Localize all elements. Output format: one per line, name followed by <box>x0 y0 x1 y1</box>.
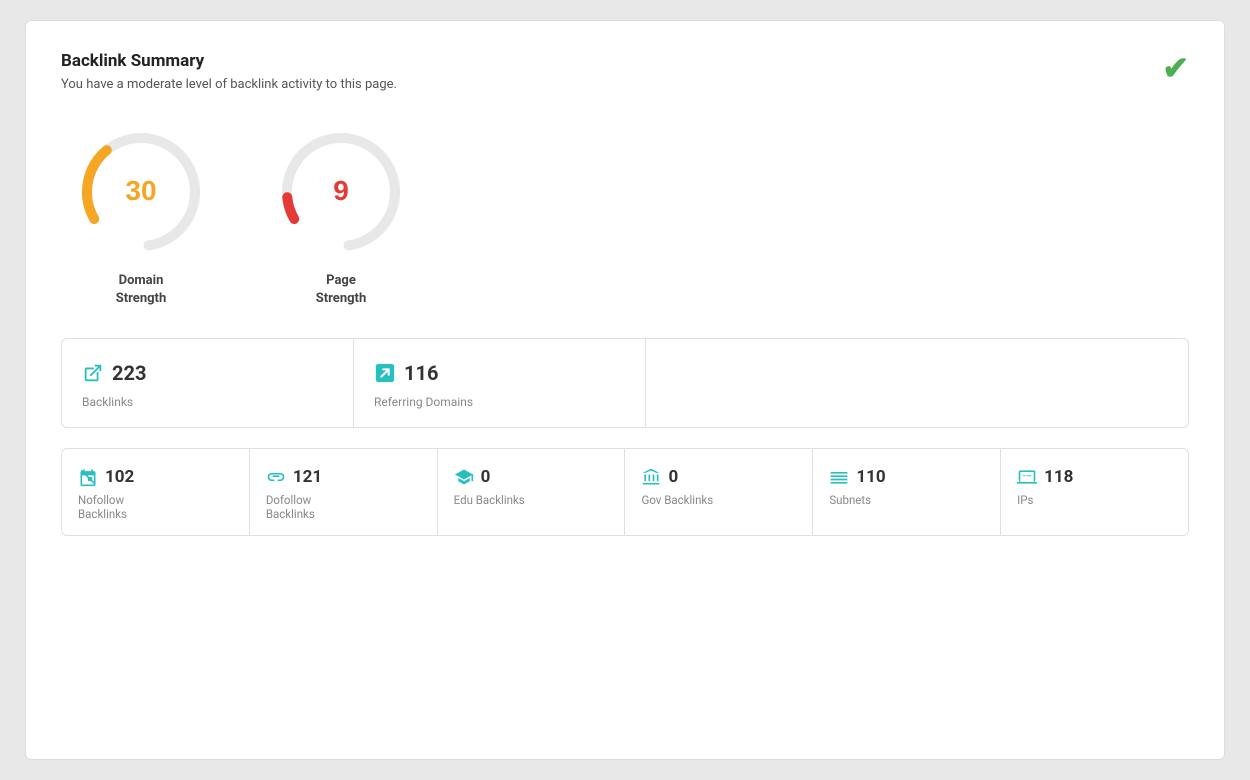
subnets-number: 110 <box>856 467 885 487</box>
nofollow-number: 102 <box>105 467 134 487</box>
dofollow-number: 121 <box>293 467 322 487</box>
ips-top: 118 <box>1017 467 1073 487</box>
page-strength-label: PageStrength <box>316 272 366 308</box>
edu-number: 0 <box>481 467 491 487</box>
nofollow-top: 102 <box>78 467 134 487</box>
backlinks-cell[interactable]: 223 Backlinks <box>62 339 354 427</box>
referring-domains-number: 116 <box>404 361 438 385</box>
domain-strength-label: DomainStrength <box>116 272 166 308</box>
subnets-icon <box>829 467 849 487</box>
gov-backlinks-cell[interactable]: 0 Gov Backlinks <box>625 449 813 535</box>
page-strength-svg: 9 <box>271 122 411 262</box>
gov-number: 0 <box>668 467 678 487</box>
card-subtitle: You have a moderate level of backlink ac… <box>61 77 1189 92</box>
ips-icon <box>1017 467 1037 487</box>
edu-icon <box>454 467 474 487</box>
stats-row-2: 102 NofollowBacklinks 121 DofollowBackli… <box>61 448 1189 536</box>
backlink-summary-card: Backlink Summary You have a moderate lev… <box>25 20 1225 760</box>
domain-strength-gauge: 30 DomainStrength <box>61 122 221 308</box>
dofollow-top: 121 <box>266 467 322 487</box>
edu-top: 0 <box>454 467 491 487</box>
referring-domains-cell[interactable]: 116 Referring Domains <box>354 339 646 427</box>
ips-label: IPs <box>1017 493 1033 507</box>
gauges-row: 30 DomainStrength 9 PageStrength <box>61 122 1189 308</box>
backlinks-number: 223 <box>112 361 146 385</box>
subnets-top: 110 <box>829 467 885 487</box>
subnets-label: Subnets <box>829 493 871 507</box>
referring-domains-label: Referring Domains <box>374 395 473 409</box>
gov-label: Gov Backlinks <box>641 493 713 507</box>
stats-row-1: 223 Backlinks 116 Referring Domains <box>61 338 1189 428</box>
page-strength-gauge: 9 PageStrength <box>261 122 421 308</box>
dofollow-label: DofollowBacklinks <box>266 493 315 521</box>
nofollow-backlinks-cell[interactable]: 102 NofollowBacklinks <box>62 449 250 535</box>
backlinks-icon <box>82 362 104 384</box>
backlinks-top: 223 <box>82 361 146 385</box>
svg-text:9: 9 <box>333 175 349 206</box>
nofollow-icon <box>78 467 98 487</box>
empty-cell-row1 <box>646 339 1188 427</box>
gov-icon <box>641 467 661 487</box>
check-icon: ✔ <box>1162 49 1189 87</box>
edu-backlinks-cell[interactable]: 0 Edu Backlinks <box>438 449 626 535</box>
nofollow-label: NofollowBacklinks <box>78 493 127 521</box>
domain-strength-svg: 30 <box>71 122 211 262</box>
subnets-cell[interactable]: 110 Subnets <box>813 449 1001 535</box>
dofollow-backlinks-cell[interactable]: 121 DofollowBacklinks <box>250 449 438 535</box>
referring-domains-top: 116 <box>374 361 438 385</box>
ips-cell[interactable]: 118 IPs <box>1001 449 1188 535</box>
gov-top: 0 <box>641 467 678 487</box>
dofollow-icon <box>266 467 286 487</box>
edu-label: Edu Backlinks <box>454 493 525 507</box>
card-title: Backlink Summary <box>61 51 1189 71</box>
svg-text:30: 30 <box>125 175 156 206</box>
referring-domains-icon <box>374 362 396 384</box>
backlinks-label: Backlinks <box>82 395 133 409</box>
ips-number: 118 <box>1044 467 1073 487</box>
